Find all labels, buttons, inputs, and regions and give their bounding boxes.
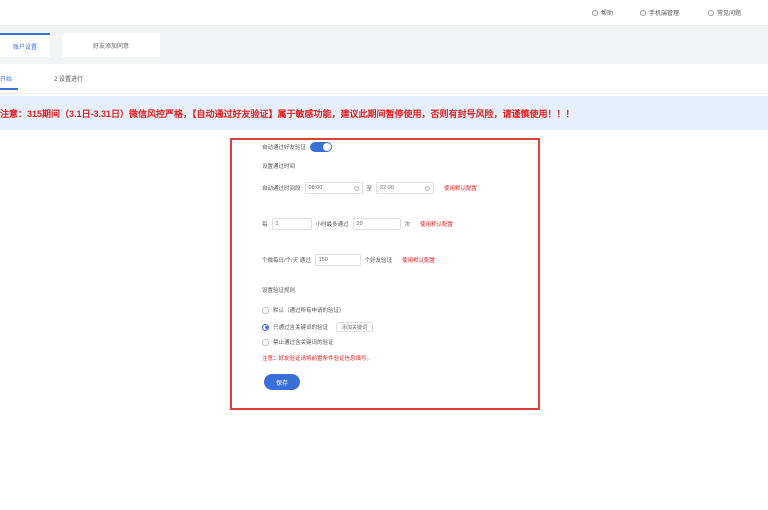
rule-option-default[interactable]: 默认（通过所有申请的验证） [262, 306, 345, 314]
time-start-value: 08:00 [308, 185, 323, 191]
toggle-label: 自动通过好友验证 [262, 145, 307, 151]
daily-unit: 个好友验证 [364, 258, 393, 264]
clock-icon [353, 185, 359, 191]
section-rule-title: 设置验证规则 [262, 288, 296, 294]
rate-default-link[interactable]: 使用默认配置 [420, 220, 453, 228]
tab-account-settings[interactable]: 账户设置 [0, 33, 50, 57]
faq-label: 常见问题 [717, 11, 742, 17]
daily-count-value: 150 [318, 257, 328, 263]
help-label: 帮助 [601, 11, 614, 17]
radio-exclude[interactable] [262, 338, 269, 346]
daily-default-link[interactable]: 使用默认配置 [402, 256, 435, 264]
auto-accept-panel: 自动通过好友验证 设置通过时间 自动通过时间段 08:00 至 22:00 使用… [230, 138, 540, 410]
rate-mid-text: 小时最多通过 [315, 222, 349, 228]
user-icon [708, 9, 714, 16]
rule-option-exclude-label: 禁止通过含关键词的验证 [273, 340, 334, 346]
time-label: 自动通过时间段 [262, 186, 301, 192]
phone-icon [640, 9, 646, 16]
time-end-value: 22:00 [380, 185, 394, 191]
help-link[interactable]: 帮助 [592, 8, 613, 17]
rule-note: 注意：好友验证请将前置条件验证信息填写。 [262, 356, 373, 362]
step-settings[interactable]: 2 设置进行 [54, 74, 83, 83]
rule-option-default-label: 默认（通过所有申请的验证） [273, 308, 345, 314]
time-start-input[interactable]: 08:00 [304, 182, 363, 194]
add-keyword-label: 添加关键词 [342, 324, 368, 331]
radio-default[interactable] [262, 306, 269, 314]
top-bar: 帮助 手机端管理 常见问题 [0, 0, 768, 26]
daily-count-input[interactable]: 150 [314, 254, 361, 266]
rate-unit: 次 [404, 222, 411, 228]
rate-count-value: 20 [356, 221, 363, 227]
step-start[interactable]: 开始 [0, 74, 19, 90]
tab-friend-accept[interactable]: 好友添加同意 [62, 33, 160, 57]
rate-prefix: 每 [262, 222, 268, 228]
help-icon [592, 9, 598, 16]
warning-notice: 注意：315期间（3.1日-3.31日）微信风控严格，【自动通过好友验证】属于敏… [0, 96, 768, 130]
time-end-input[interactable]: 22:00 [376, 182, 435, 194]
clock-icon [425, 185, 431, 191]
phone-manage-label: 手机端管理 [649, 11, 680, 17]
rate-hours-value: 1 [275, 221, 279, 227]
phone-manage-link[interactable]: 手机端管理 [640, 8, 679, 17]
daily-label: 个微每日/个/天 通过 [262, 258, 311, 264]
rule-option-exclude[interactable]: 禁止通过含关键词的验证 [262, 338, 334, 346]
time-default-link[interactable]: 使用默认配置 [444, 184, 477, 192]
faq-link[interactable]: 常见问题 [708, 8, 741, 17]
time-separator: 至 [366, 186, 373, 192]
step-nav: 开始 2 设置进行 [0, 64, 768, 94]
save-button[interactable]: 保存 [264, 374, 300, 390]
rate-hours-input[interactable]: 1 [271, 218, 312, 230]
auto-accept-toggle[interactable] [310, 142, 333, 152]
rule-option-include[interactable]: 只通过含关键词的验证 添加关键词 [262, 322, 374, 332]
rule-option-include-label: 只通过含关键词的验证 [273, 325, 329, 331]
rate-count-input[interactable]: 20 [352, 218, 401, 230]
section-time-title: 设置通过时间 [262, 164, 296, 170]
tab-bar: 账户设置 好友添加同意 [0, 26, 768, 64]
radio-include[interactable] [262, 323, 269, 331]
add-keyword-button[interactable]: 添加关键词 [336, 322, 374, 332]
